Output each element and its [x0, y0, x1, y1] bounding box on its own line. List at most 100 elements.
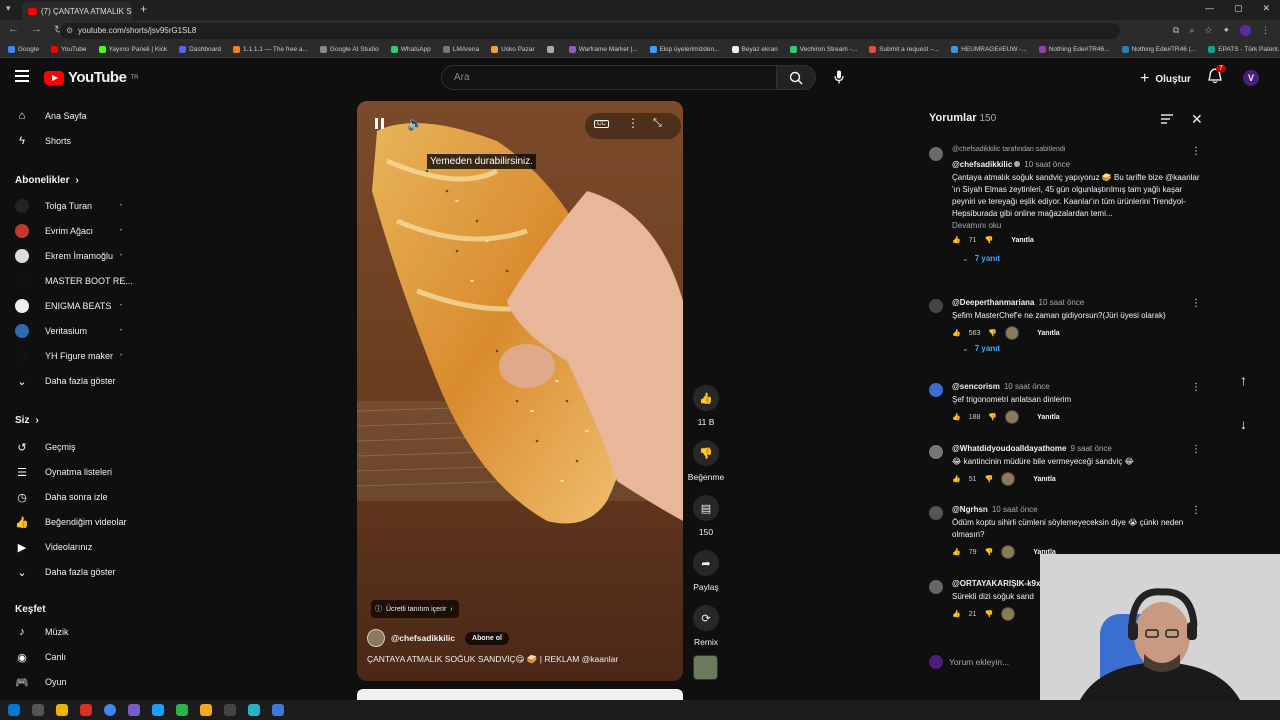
app-icon-6[interactable] — [248, 704, 260, 716]
sidebar-item[interactable]: YH Figure maker • — [0, 345, 150, 367]
commenter-avatar[interactable] — [929, 580, 943, 594]
commenter-avatar[interactable] — [929, 147, 943, 161]
comment-author[interactable]: @Whatdidyoudoalldayathome — [952, 444, 1066, 453]
sidebar-item[interactable]: ↺ Geçmiş — [0, 436, 150, 458]
bookmark-item[interactable]: Yayıncı Paneli | Kick — [98, 46, 167, 53]
video-title[interactable]: ÇANTAYA ATMALIK SOĞUK SANDVİÇ😋 🥪 | REKLA… — [367, 654, 618, 665]
sidebar-item[interactable]: ϟ Shorts — [0, 130, 150, 152]
extensions-icon[interactable]: ✦ — [1222, 25, 1230, 36]
sidebar-item[interactable]: Ekrem İmamoğlu • — [0, 245, 150, 267]
bookmark-item[interactable]: Beyaz ekran — [731, 46, 778, 53]
comment-time[interactable]: 10 saat önce — [1024, 160, 1070, 169]
paid-promotion-badge[interactable]: ⓘ Ücretli tanıtım içerir › — [371, 600, 459, 618]
comment-time[interactable]: 9 saat önce — [1070, 444, 1111, 453]
bookmark-item[interactable]: WhatsApp — [390, 46, 431, 53]
search-button[interactable] — [776, 65, 816, 90]
bookmark-item[interactable]: Ekip üyelerimizden... — [649, 46, 720, 53]
app-icon-7[interactable] — [272, 704, 284, 716]
create-button[interactable]: + Oluştur — [1140, 70, 1191, 88]
thumb-up-icon[interactable]: 👍 — [952, 475, 961, 483]
voice-search-button[interactable] — [829, 67, 849, 87]
thumb-down-icon[interactable]: 👎 — [988, 329, 997, 337]
you-heading[interactable]: Siz › — [15, 415, 39, 426]
captions-icon[interactable]: CC — [594, 120, 609, 128]
sidebar-item[interactable]: Tolga Turan • — [0, 195, 150, 217]
comment-time[interactable]: 10 saat önce — [1039, 298, 1085, 307]
thumb-up-icon[interactable]: 👍 — [952, 610, 961, 618]
reply-button[interactable]: Yanıtla — [1037, 330, 1060, 337]
comment-menu-icon[interactable]: ⋮ — [1191, 505, 1201, 516]
file-explorer-icon[interactable] — [56, 704, 68, 716]
comment-menu-icon[interactable]: ⋮ — [1191, 382, 1201, 393]
comment-time[interactable]: 10 saat önce — [992, 505, 1038, 514]
show-more-subscriptions[interactable]: ⌄ Daha fazla göster — [0, 370, 150, 392]
volume-icon[interactable]: 🔈 — [407, 116, 423, 132]
thumb-up-icon[interactable]: 👍 — [952, 548, 961, 556]
bookmark-item[interactable]: YouTube — [50, 46, 87, 53]
user-avatar[interactable]: V — [1243, 70, 1259, 86]
previous-short-icon[interactable]: ↑ — [1240, 372, 1247, 388]
comment-author[interactable]: @chefsadikkilic — [952, 160, 1012, 169]
thumb-down-icon[interactable]: 👎 — [988, 413, 997, 421]
share-button[interactable]: ➦ Paylaş — [686, 550, 726, 592]
sidebar-item[interactable]: MASTER BOOT RE... • — [0, 270, 150, 292]
view-replies-button[interactable]: ⌄ 7 yanıt — [962, 344, 1000, 353]
app-icon-5[interactable] — [224, 704, 236, 716]
comment-author[interactable]: @sencorism — [952, 382, 1000, 391]
commenter-avatar[interactable] — [929, 383, 943, 397]
pause-icon[interactable] — [375, 118, 384, 129]
commenter-avatar[interactable] — [929, 445, 943, 459]
sidebar-item[interactable]: ◷ Daha sonra izle — [0, 486, 150, 508]
sidebar-item[interactable]: 🎮 Oyun — [0, 671, 150, 693]
bookmark-item[interactable]: HEUMRAGE#EUW -... — [951, 46, 1027, 53]
view-replies-button[interactable]: ⌄ 7 yanıt — [962, 254, 1000, 263]
reply-button[interactable]: Yanıtla — [1033, 476, 1056, 483]
new-tab-icon[interactable]: + — [140, 2, 147, 16]
thumb-up-icon[interactable]: 👍 — [952, 236, 961, 244]
comments-button[interactable]: ▤ 150 — [686, 495, 726, 537]
thumb-down-icon[interactable]: 👎 — [985, 610, 994, 618]
back-icon[interactable]: ← — [8, 23, 19, 36]
subscriptions-heading[interactable]: Abonelikler › — [15, 175, 79, 186]
chrome-icon[interactable] — [104, 704, 116, 716]
comment-author[interactable]: @Ngrhsn — [952, 505, 988, 514]
comment-author[interactable]: @Deeperthanmariana — [952, 298, 1035, 307]
next-short-icon[interactable]: ↓ — [1240, 416, 1247, 432]
start-icon[interactable] — [8, 704, 20, 716]
thumb-up-icon[interactable]: 👍 — [952, 413, 961, 421]
thumb-up-icon[interactable]: 👍 — [952, 329, 961, 337]
comment-menu-icon[interactable]: ⋮ — [1191, 298, 1201, 309]
comment-author[interactable]: @ORTAYAKARIŞIK-k9x — [952, 579, 1040, 588]
sidebar-item[interactable]: ☰ Oynatma listeleri — [0, 461, 150, 483]
app-icon-4[interactable] — [200, 704, 212, 716]
shorts-player[interactable]: 🔈 CC ⋮ ⤡ Yemeden durabilirsiniz. ⓘ Ücret… — [357, 101, 683, 681]
notifications-button[interactable]: 7 — [1208, 65, 1226, 87]
bookmark-item[interactable]: 1.1.1.1 — The free a... — [232, 46, 308, 53]
steam-icon[interactable] — [152, 704, 164, 716]
sidebar-item[interactable]: ENIGMA BEATS • — [0, 295, 150, 317]
comment-time[interactable]: 10 saat önce — [1004, 382, 1050, 391]
close-icon[interactable]: ✕ — [1191, 111, 1203, 128]
search-taskbar-icon[interactable] — [32, 704, 44, 716]
forward-icon[interactable]: → — [31, 23, 42, 36]
bookmark-star-icon[interactable]: ☆ — [1204, 25, 1212, 36]
comment-menu-icon[interactable]: ⋮ — [1191, 444, 1201, 455]
like-button[interactable]: 👍 11 B — [686, 385, 726, 427]
bookmark-item[interactable]: Google — [8, 46, 39, 53]
bookmark-item[interactable]: Usko Pazar — [491, 46, 535, 53]
channel-name[interactable]: @chefsadikkilic — [391, 633, 455, 643]
thumb-down-icon[interactable]: 👎 — [985, 475, 994, 483]
minimize-icon[interactable]: — — [1205, 3, 1214, 14]
sidebar-item[interactable]: Veritasium • — [0, 320, 150, 342]
sidebar-item[interactable]: ⌂ Ana Sayfa — [0, 105, 150, 127]
add-comment-input[interactable]: Yorum ekleyin... — [929, 655, 1009, 669]
channel-avatar[interactable] — [367, 629, 385, 647]
reply-button[interactable]: Yanıtla — [1037, 414, 1060, 421]
thumb-down-icon[interactable]: 👎 — [985, 236, 994, 244]
sidebar-item[interactable]: ♪ Müzik — [0, 621, 150, 643]
bookmark-item[interactable]: Google AI Studio — [319, 46, 379, 53]
search-input[interactable]: Ara — [441, 65, 777, 90]
sidebar-item[interactable]: ▶ Videolarınız — [0, 536, 150, 558]
bookmark-item[interactable]: LMArena — [442, 46, 479, 53]
install-icon[interactable]: ⧉ — [1173, 25, 1179, 36]
